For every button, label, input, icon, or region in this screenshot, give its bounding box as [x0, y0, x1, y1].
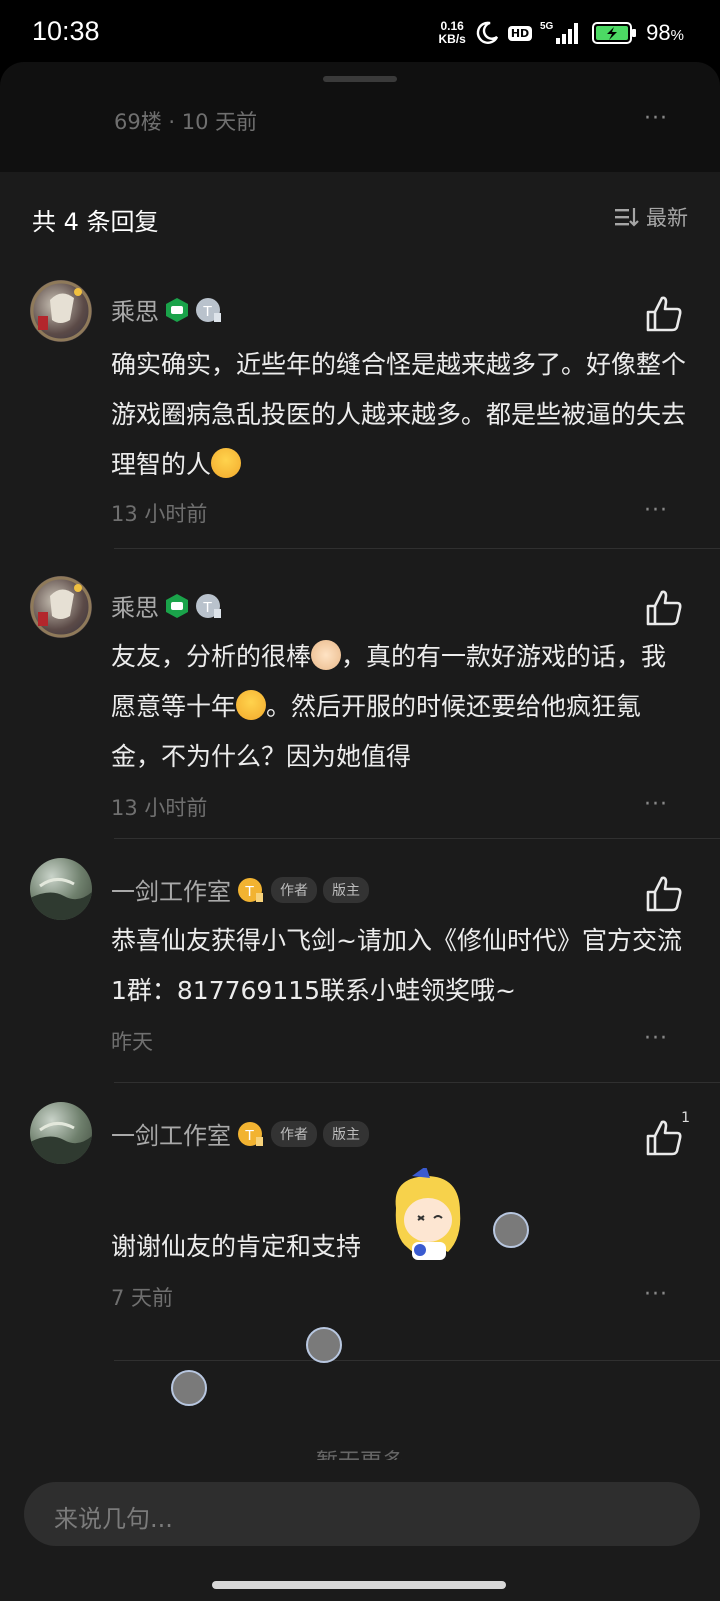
comment-time: 13 小时前 [111, 502, 208, 526]
home-indicator[interactable] [212, 1581, 506, 1589]
touch-indicator [171, 1370, 207, 1406]
svg-text:T: T [203, 599, 212, 616]
comment-more-button[interactable]: ··· [644, 792, 668, 817]
username[interactable]: 乘思 T [111, 588, 223, 623]
touch-indicator [493, 1212, 529, 1248]
floor-meta: 69楼 · 10 天前 [114, 110, 258, 134]
like-icon[interactable] [644, 294, 684, 334]
username[interactable]: 乘思 T [111, 292, 223, 327]
status-bar: 10:38 0.16 KB/s HD 5G 98% [0, 0, 720, 62]
net-speed: 0.16 KB/s [438, 19, 466, 46]
username[interactable]: 一剑工作室 T 作者 版主 [111, 1116, 369, 1151]
battery-icon [592, 22, 637, 44]
sort-button[interactable]: 最新 [614, 202, 688, 232]
username[interactable]: 一剑工作室 T 作者 版主 [111, 872, 369, 907]
status-icons: 0.16 KB/s HD 5G 98% [438, 18, 684, 48]
level-badge-icon: T [196, 593, 221, 618]
comment-content: 谢谢仙友的肯定和支持 [111, 1232, 362, 1261]
author-tag: 作者 [271, 1120, 317, 1147]
no-more-label: 暂无更多 [0, 1444, 720, 1460]
like-icon[interactable] [644, 1118, 684, 1158]
hd-icon: HD [507, 25, 533, 41]
comment-content: 友友，分析的很棒 ，真的有一款好游戏的话，我愿意等十年 。然后开服的时候还要给他疯狂… [111, 640, 667, 771]
moderator-tag: 版主 [323, 1120, 369, 1147]
sort-icon [615, 208, 639, 227]
like-count: 1 [681, 1110, 690, 1126]
divider [114, 1082, 720, 1083]
status-time: 10:38 [32, 16, 100, 46]
svg-text:T: T [245, 883, 254, 900]
avatar[interactable] [30, 576, 92, 638]
replies-panel: 共 4 条回复 最新 乘思 T 确实确实，近些年的缝合怪是越来越多了。好像整个游… [0, 172, 720, 1601]
sheet-drag-handle[interactable] [323, 76, 397, 82]
comment-time: 7 天前 [111, 1286, 174, 1310]
thumbs-up-emoji-icon [311, 640, 342, 670]
floor-more-button[interactable]: ··· [644, 106, 668, 131]
level-badge-icon: T [238, 877, 263, 902]
svg-text:5G: 5G [540, 21, 554, 32]
signal-icon: 5G [540, 21, 579, 44]
divider [114, 1360, 720, 1361]
divider [114, 838, 720, 839]
comment-content: 确实确实，近些年的缝合怪是越来越多了。好像整个游戏圈病急乱投医的人越来越多。都是… [111, 350, 687, 479]
author-tag: 作者 [271, 876, 317, 903]
level-badge-icon: T [196, 297, 221, 322]
smirk-face-emoji-icon [236, 690, 267, 720]
comment-content: 恭喜仙友获得小飞剑~请加入《修仙时代》官方交流1群：817769115联系小蛙领… [111, 926, 682, 1005]
game-badge-icon [166, 297, 188, 322]
comment-time: 昨天 [111, 1030, 153, 1054]
game-badge-icon [166, 593, 188, 618]
touch-indicator [306, 1327, 342, 1363]
svg-text:T: T [203, 303, 212, 320]
reply-count: 共 4 条回复 [32, 208, 159, 236]
comment-time: 13 小时前 [111, 796, 208, 820]
comment-input[interactable]: 来说几句... [24, 1482, 700, 1546]
avatar-art [30, 878, 92, 920]
avatar-art [30, 280, 92, 342]
like-icon[interactable] [644, 874, 684, 914]
avatar[interactable] [30, 1102, 92, 1164]
level-badge-icon: T [238, 1121, 263, 1146]
moon-icon [476, 21, 498, 44]
avatar-art [30, 1122, 92, 1164]
comment-more-button[interactable]: ··· [644, 1282, 668, 1307]
sort-label: 最新 [646, 206, 688, 230]
svg-text:T: T [245, 1127, 254, 1144]
battery-percent: 98% [646, 20, 684, 45]
comment-input-placeholder: 来说几句... [54, 1505, 173, 1533]
avatar-art [30, 576, 92, 638]
comment-more-button[interactable]: ··· [644, 1026, 668, 1051]
avatar[interactable] [30, 858, 92, 920]
like-icon[interactable] [644, 588, 684, 628]
comment-more-button[interactable]: ··· [644, 498, 668, 523]
moderator-tag: 版主 [323, 876, 369, 903]
floor-header: 69楼 · 10 天前 ··· [0, 62, 720, 172]
divider [114, 548, 720, 549]
sad-face-emoji-icon [211, 448, 242, 478]
avatar[interactable] [30, 280, 92, 342]
